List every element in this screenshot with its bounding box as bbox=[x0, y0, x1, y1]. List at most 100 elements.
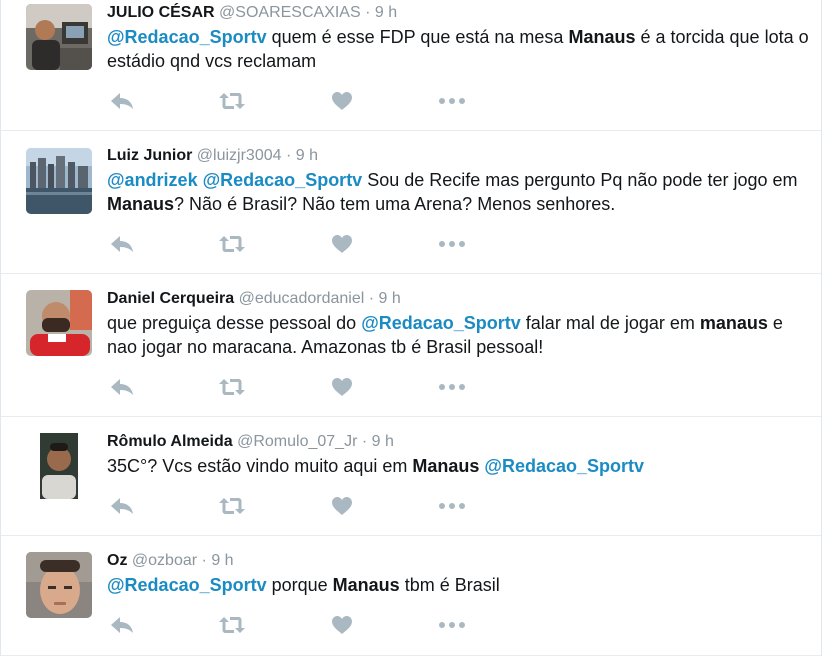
more-button[interactable] bbox=[437, 233, 467, 255]
tweet-fullname[interactable]: Rômulo Almeida bbox=[107, 433, 233, 450]
tweet-actions bbox=[107, 376, 507, 398]
mention-link[interactable]: @Redacao_Sportv bbox=[484, 456, 644, 476]
tweet-username[interactable]: @educadordaniel bbox=[239, 290, 365, 307]
tweet-text: @Redacao_Sportv porque Manaus tbm é Bras… bbox=[107, 573, 809, 597]
avatar-photo bbox=[26, 552, 92, 618]
more-button[interactable] bbox=[437, 90, 467, 112]
like-icon bbox=[331, 234, 353, 254]
more-icon bbox=[438, 502, 466, 510]
tweet-text: @andrizek @Redacao_Sportv Sou de Recife … bbox=[107, 168, 809, 216]
like-icon bbox=[331, 91, 353, 111]
avatar[interactable] bbox=[26, 290, 92, 356]
like-icon bbox=[331, 496, 353, 516]
tweet-actions bbox=[107, 614, 507, 636]
avatar-photo bbox=[26, 4, 92, 70]
separator-dot: · bbox=[201, 552, 207, 569]
tweet[interactable]: Oz @ozboar · 9 h @Redacao_Sportv porque … bbox=[1, 536, 821, 656]
mention-link[interactable]: @Redacao_Sportv bbox=[107, 27, 267, 47]
like-button[interactable] bbox=[327, 376, 357, 398]
like-button[interactable] bbox=[327, 495, 357, 517]
separator-dot: · bbox=[368, 290, 375, 307]
avatar-photo bbox=[26, 290, 92, 356]
tweet-username[interactable]: @Romulo_07_Jr bbox=[237, 433, 357, 450]
tweet[interactable]: Luiz Junior @luizjr3004 · 9 h @andrizek … bbox=[1, 131, 821, 274]
mention-link[interactable]: @andrizek bbox=[107, 170, 203, 190]
keyword-highlight: manaus bbox=[699, 313, 768, 333]
tweet[interactable]: Daniel Cerqueira @educadordaniel · 9 h q… bbox=[1, 274, 821, 417]
more-icon bbox=[438, 97, 466, 105]
tweet-header: Rômulo Almeida @Romulo_07_Jr · 9 h bbox=[107, 431, 809, 453]
like-icon bbox=[331, 377, 353, 397]
tweet-header: Luiz Junior @luizjr3004 · 9 h bbox=[107, 145, 809, 167]
separator-dot: · bbox=[361, 433, 368, 450]
tweet-fullname[interactable]: Luiz Junior bbox=[107, 147, 192, 164]
mention-link[interactable]: @Redacao_Sportv bbox=[361, 313, 521, 333]
more-icon bbox=[438, 621, 466, 629]
text-segment: quem é esse FDP que está na mesa bbox=[266, 27, 569, 47]
retweet-button[interactable] bbox=[217, 376, 247, 398]
retweet-icon bbox=[218, 378, 246, 396]
text-segment: que preguiça desse pessoal do bbox=[107, 313, 362, 333]
reply-icon bbox=[110, 378, 134, 396]
more-button[interactable] bbox=[437, 614, 467, 636]
tweet-fullname[interactable]: JULIO CÉSAR bbox=[107, 4, 215, 21]
keyword-highlight: Manaus bbox=[107, 194, 175, 214]
reply-icon bbox=[110, 92, 134, 110]
tweet-username[interactable]: @ozboar bbox=[132, 552, 197, 569]
mention-link[interactable]: @Redacao_Sportv bbox=[203, 170, 363, 190]
reply-button[interactable] bbox=[107, 614, 137, 636]
tweet[interactable]: JULIO CÉSAR @SOARESCAXIAS · 9 h @Redacao… bbox=[1, 0, 821, 131]
tweet-header: Daniel Cerqueira @educadordaniel · 9 h bbox=[107, 288, 809, 310]
retweet-button[interactable] bbox=[217, 233, 247, 255]
like-button[interactable] bbox=[327, 90, 357, 112]
reply-button[interactable] bbox=[107, 90, 137, 112]
tweet-actions bbox=[107, 233, 507, 255]
tweet-timestamp[interactable]: 9 h bbox=[296, 147, 318, 164]
keyword-highlight: Manaus bbox=[568, 27, 636, 47]
retweet-button[interactable] bbox=[217, 90, 247, 112]
tweet-timestamp[interactable]: 9 h bbox=[375, 4, 397, 21]
avatar[interactable] bbox=[26, 552, 92, 618]
avatar[interactable] bbox=[26, 433, 92, 499]
reply-icon bbox=[110, 616, 134, 634]
tweet-header: Oz @ozboar · 9 h bbox=[107, 550, 809, 572]
avatar[interactable] bbox=[26, 148, 92, 214]
retweet-button[interactable] bbox=[217, 495, 247, 517]
tweet-timestamp[interactable]: 9 h bbox=[372, 433, 394, 450]
tweet-username[interactable]: @SOARESCAXIAS bbox=[219, 4, 361, 21]
more-button[interactable] bbox=[437, 495, 467, 517]
more-button[interactable] bbox=[437, 376, 467, 398]
retweet-icon bbox=[218, 92, 246, 110]
retweet-icon bbox=[218, 616, 246, 634]
reply-button[interactable] bbox=[107, 376, 137, 398]
tweet[interactable]: Rômulo Almeida @Romulo_07_Jr · 9 h 35C°?… bbox=[1, 417, 821, 536]
retweet-icon bbox=[218, 497, 246, 515]
tweet-timestamp[interactable]: 9 h bbox=[211, 552, 233, 569]
mention-link[interactable]: @Redacao_Sportv bbox=[107, 575, 267, 595]
keyword-highlight: Manaus bbox=[332, 575, 400, 595]
avatar[interactable] bbox=[26, 4, 92, 70]
text-segment: tbm é Brasil bbox=[399, 575, 500, 595]
tweet-username[interactable]: @luizjr3004 bbox=[197, 147, 282, 164]
tweet-header: JULIO CÉSAR @SOARESCAXIAS · 9 h bbox=[107, 2, 809, 24]
tweet-text: 35C°? Vcs estão vindo muito aqui em Mana… bbox=[107, 454, 809, 478]
tweet-actions bbox=[107, 495, 507, 517]
like-button[interactable] bbox=[327, 233, 357, 255]
tweet-feed: JULIO CÉSAR @SOARESCAXIAS · 9 h @Redacao… bbox=[0, 0, 822, 656]
separator-dot: · bbox=[365, 4, 371, 21]
like-icon bbox=[331, 615, 353, 635]
avatar-photo bbox=[26, 433, 92, 499]
more-icon bbox=[438, 240, 466, 248]
text-segment: Sou de Recife mas pergunto Pq não pode t… bbox=[362, 170, 798, 190]
reply-button[interactable] bbox=[107, 233, 137, 255]
reply-button[interactable] bbox=[107, 495, 137, 517]
tweet-timestamp[interactable]: 9 h bbox=[379, 290, 401, 307]
more-icon bbox=[438, 383, 466, 391]
tweet-fullname[interactable]: Oz bbox=[107, 552, 127, 569]
like-button[interactable] bbox=[327, 614, 357, 636]
tweet-fullname[interactable]: Daniel Cerqueira bbox=[107, 290, 234, 307]
text-segment: porque bbox=[266, 575, 333, 595]
tweet-text: que preguiça desse pessoal do @Redacao_S… bbox=[107, 311, 809, 359]
text-segment: falar mal de jogar em bbox=[520, 313, 700, 333]
retweet-button[interactable] bbox=[217, 614, 247, 636]
